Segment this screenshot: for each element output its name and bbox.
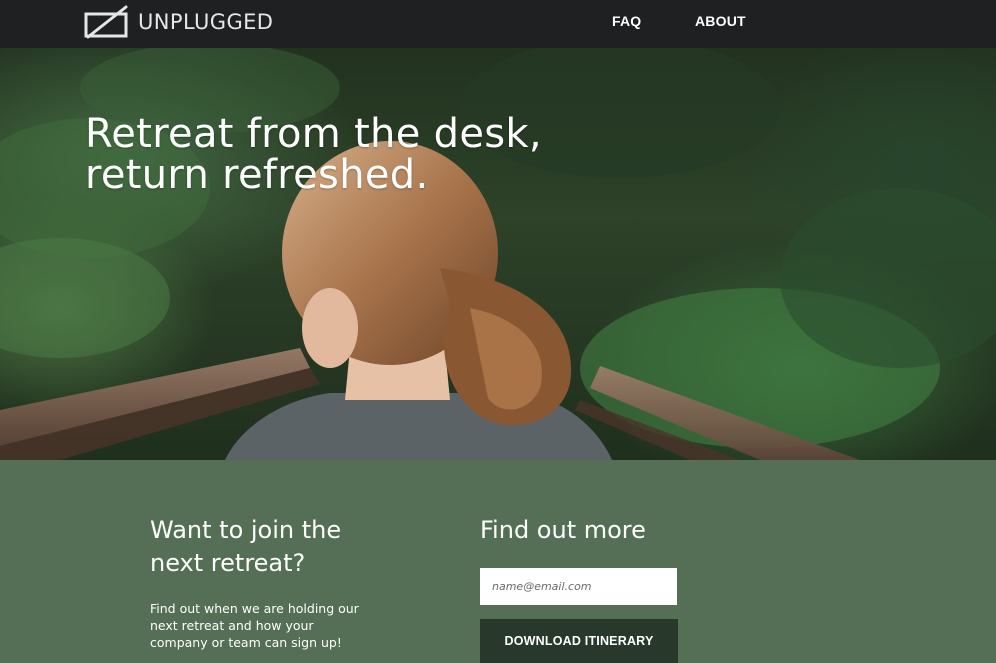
nav-link-faq[interactable]: FAQ: [612, 13, 641, 29]
join-retreat-heading: Want to join the next retreat?: [150, 514, 410, 580]
brand-name: UNPLUGGED: [138, 10, 274, 34]
download-itinerary-button[interactable]: DOWNLOAD ITINERARY: [480, 619, 678, 663]
hero-title-line-1: Retreat from the desk,: [85, 111, 542, 157]
join-heading-line-1: Want to join the: [150, 516, 342, 544]
find-out-more-heading: Find out more: [480, 516, 646, 544]
nav-link-about[interactable]: ABOUT: [695, 13, 746, 29]
unplugged-logo-icon: [84, 5, 128, 39]
top-navigation-bar: UNPLUGGED FAQ ABOUT: [0, 0, 996, 48]
hero-banner: Retreat from the desk, return refreshed.: [0, 48, 996, 460]
email-input[interactable]: [480, 568, 677, 605]
hero-background-image: [0, 48, 996, 460]
join-retreat-description: Find out when we are holding our next re…: [150, 601, 359, 650]
hero-title-line-2: return refreshed.: [85, 152, 429, 198]
signup-section: Want to join the next retreat? Find out …: [0, 460, 996, 663]
hero-title: Retreat from the desk, return refreshed.: [85, 114, 605, 196]
join-heading-line-2: next retreat?: [150, 549, 306, 577]
brand-logo-link[interactable]: UNPLUGGED: [84, 5, 273, 39]
